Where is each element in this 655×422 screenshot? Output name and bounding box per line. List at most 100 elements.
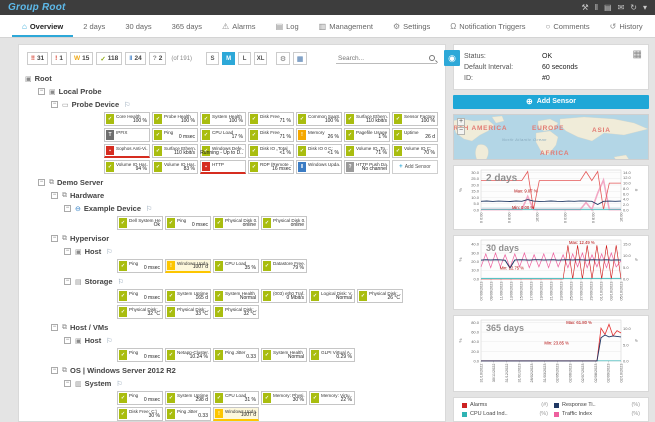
expander-icon[interactable]: −: [64, 278, 71, 285]
flag-icon[interactable]: ⚐: [118, 278, 124, 286]
node-label[interactable]: OS | Windows Server 2012 R2: [70, 366, 176, 375]
sensor-tile[interactable]: !Memory26 %: [296, 128, 342, 142]
sensor-tile[interactable]: ✓System HealthNormal: [261, 348, 307, 362]
sensor-tile[interactable]: ✓Disk IO „Total<1 %: [248, 144, 294, 158]
flag-icon[interactable]: ⚐: [106, 248, 112, 256]
sensor-tile[interactable]: ✓(003) eth0 Traf..0 Mbit/s: [261, 289, 307, 303]
sensor-tile[interactable]: ✓Surface Ethern..110 kbit/s: [344, 112, 390, 126]
flag-icon[interactable]: ⚐: [146, 205, 152, 213]
sensor-tile[interactable]: ✓Uptime26 d: [392, 128, 438, 142]
sensor-tile[interactable]: ✓Volume IO C:70 %: [392, 144, 438, 158]
tiles-view-icon[interactable]: ▦: [293, 52, 307, 65]
sensor-tile[interactable]: !Windows Upda..1007 d: [165, 259, 211, 273]
sensor-tile[interactable]: ▪Sophos Anti-Vi..: [104, 144, 150, 158]
sensor-tile[interactable]: ✓Windows Defe..Running - Up to D..: [200, 144, 246, 158]
tab-30days[interactable]: 30 days: [115, 15, 161, 37]
down-count[interactable]: ‼31: [27, 52, 48, 65]
sensor-tile[interactable]: ✓Dell System He..Ok: [117, 216, 163, 230]
sensor-tile[interactable]: ✓Core Health100 %: [104, 112, 150, 126]
map-zoom-out-button[interactable]: −: [457, 127, 465, 135]
sensor-tile[interactable]: !Windows Upda..1007 d: [213, 407, 259, 421]
search-icon[interactable]: [429, 55, 435, 61]
sensor-tile[interactable]: ✓Logical Disk: V..Normal: [309, 289, 355, 303]
tab-settings[interactable]: ⚙Settings: [383, 15, 440, 37]
node-label[interactable]: Host / VMs: [70, 323, 108, 332]
sensor-tile[interactable]: ✓Memory: Virtu..22 %: [309, 391, 355, 405]
sensor-tile[interactable]: ✓Ping0 msec: [152, 128, 198, 142]
sensor-tile[interactable]: ✓System Health100 %: [200, 112, 246, 126]
node-label[interactable]: Storage: [85, 277, 113, 286]
flag-icon[interactable]: ⚐: [116, 380, 122, 388]
tab-history[interactable]: ↺History: [600, 15, 653, 37]
sensor-tile[interactable]: ✓CPU Load35 %: [213, 259, 259, 273]
sensor-tile[interactable]: ✓Common SaaS..100 %: [296, 112, 342, 126]
sensor-tile[interactable]: ✓GLPI Virtual A..0.29 %: [309, 348, 355, 362]
tab-365days[interactable]: 365 days: [162, 15, 212, 37]
graph-card-30days[interactable]: 0.010.020.030.040.00.05.010.015.0%#07/09…: [453, 235, 649, 310]
sensor-tile[interactable]: ✓Disk IO 0 C:<1 %: [296, 144, 342, 158]
node-label[interactable]: Host: [85, 336, 102, 345]
add-sensor-button[interactable]: ⊕ Add Sensor: [453, 95, 649, 109]
size-button-xl[interactable]: XL: [254, 52, 267, 65]
sensor-tile[interactable]: ✓Physical Disk: ..32 °C: [213, 305, 259, 319]
expander-icon[interactable]: −: [51, 101, 58, 108]
size-button-s[interactable]: S: [206, 52, 219, 65]
tab-management[interactable]: ▥Management: [309, 15, 383, 37]
tab-2days[interactable]: 2 days: [73, 15, 115, 37]
tab-overview[interactable]: ⌂Overview: [12, 15, 73, 37]
expander-icon[interactable]: −: [51, 367, 58, 374]
sensor-tile[interactable]: ✓Netapp-Cluster..10.24 %: [165, 348, 211, 362]
sensor-tile[interactable]: ✓System HealthNormal: [213, 289, 259, 303]
size-button-l[interactable]: L: [238, 52, 251, 65]
node-label[interactable]: Local Probe: [59, 87, 102, 96]
sensor-tile[interactable]: ✓Physical Disk 0..online: [213, 216, 259, 230]
flag-icon[interactable]: ⚐: [106, 337, 112, 345]
expander-icon[interactable]: −: [38, 179, 45, 186]
sensor-tile[interactable]: ✓Disk Free: C:\30 %: [117, 407, 163, 421]
tab-comments[interactable]: ○Comments: [536, 15, 600, 37]
tab-notification-triggers[interactable]: ΩNotification Triggers: [440, 15, 535, 37]
sensor-tile[interactable]: ✓Volume IO Har..94 %: [104, 160, 150, 174]
expander-icon[interactable]: −: [51, 324, 58, 331]
sensor-tile[interactable]: ✓Memory: Physi..30 %: [261, 391, 307, 405]
sensor-tile[interactable]: ✓Ping Jitter0.33: [213, 348, 259, 362]
sensor-tile[interactable]: ?HTTP Push Da..No channel: [344, 160, 390, 174]
expander-icon[interactable]: −: [51, 192, 58, 199]
collapse-panel-button[interactable]: ◉: [444, 50, 460, 66]
node-label[interactable]: Probe Device: [72, 100, 120, 109]
sensor-tile[interactable]: ✓Ping0 msec: [117, 259, 163, 273]
up-count[interactable]: ✓118: [96, 52, 122, 65]
geo-map[interactable]: + − NORTH AMERICAEUROPEASIAAFRICASOUTH A…: [453, 114, 649, 160]
sensor-tile[interactable]: ✓Sensor Factory100 %: [392, 112, 438, 126]
pause-icon[interactable]: ‖: [595, 0, 598, 15]
expander-icon[interactable]: −: [64, 380, 71, 387]
sensor-tile[interactable]: ▪HTTP: [200, 160, 246, 174]
sensor-tile[interactable]: ✓Surface Ethern..110 kbit/s: [152, 144, 198, 158]
expander-icon[interactable]: −: [38, 88, 45, 95]
sensor-tile[interactable]: ✓Ping0 msec: [117, 289, 163, 303]
qr-code-icon[interactable]: ▦: [633, 50, 642, 60]
sensor-tile[interactable]: ✓Ping Jitter0.33: [165, 407, 211, 421]
sensor-tile[interactable]: ✓CPU Load31 %: [213, 391, 259, 405]
view-gear-icon[interactable]: ⚙: [276, 52, 290, 65]
node-label[interactable]: Demo Server: [57, 178, 103, 187]
graph-card-2days[interactable]: 0.05.010.015.020.025.030.00.02.04.06.08.…: [453, 165, 649, 230]
sensor-tile[interactable]: ✓Probe Health100 %: [152, 112, 198, 126]
sensor-tile[interactable]: ‖Windows Upda..: [296, 160, 342, 174]
sensor-tile[interactable]: ✓Ping0 msec: [117, 348, 163, 362]
sensor-tile[interactable]: ✓Disk Free71 %: [248, 128, 294, 142]
paused-count[interactable]: ‖24: [125, 52, 145, 65]
sensor-tile[interactable]: ✓Volume IO „To..71 %: [344, 144, 390, 158]
node-label[interactable]: System: [85, 379, 112, 388]
email-icon[interactable]: ✉: [618, 0, 625, 15]
sensor-tile[interactable]: ✓Disk Free71 %: [248, 112, 294, 126]
sensor-tile[interactable]: ✓Volume IO Har..83 %: [152, 160, 198, 174]
flag-icon[interactable]: ⚐: [124, 101, 130, 109]
sensor-tile[interactable]: ✓Physical Disk 0..online: [261, 216, 307, 230]
tab-log[interactable]: ▤Log: [266, 15, 309, 37]
expander-icon[interactable]: −: [51, 235, 58, 242]
sensor-tile[interactable]: ✓System Uptime165 d: [165, 289, 211, 303]
node-label[interactable]: Root: [35, 74, 52, 83]
add-sensor-tile[interactable]: +Add Sensor: [392, 160, 438, 174]
sensor-tile[interactable]: ✓Physical Disk: ..33 °C: [165, 305, 211, 319]
